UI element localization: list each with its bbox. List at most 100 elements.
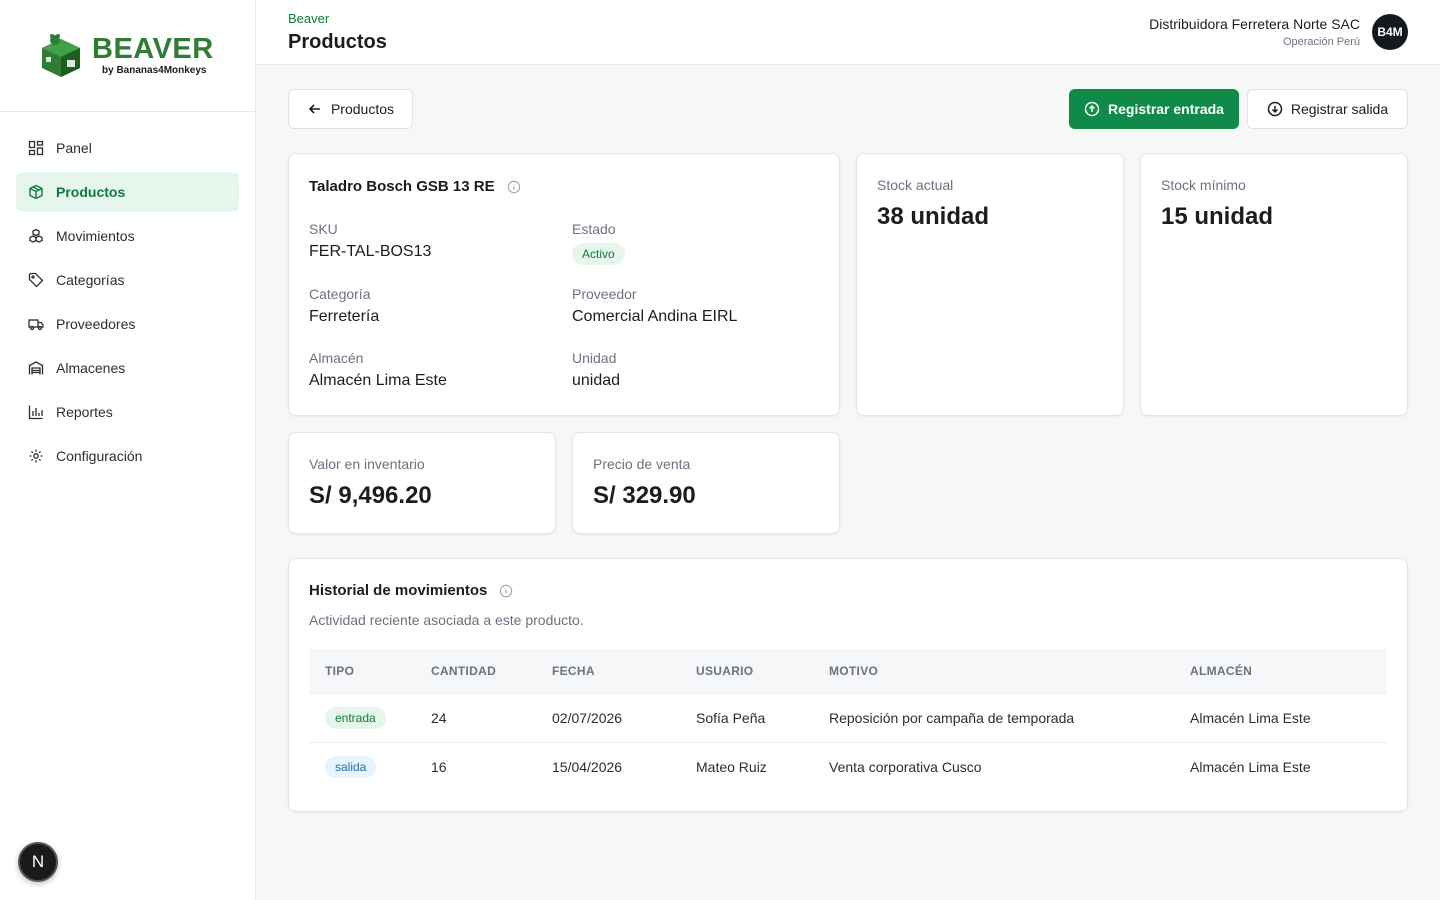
categoria-value: Ferretería — [309, 308, 380, 325]
movements-table: TIPO CANTIDAD FECHA USUARIO MOTIVO ALMAC… — [309, 649, 1387, 791]
sidebar-item-movimientos[interactable]: Movimientos — [16, 216, 239, 256]
product-detail-card: Taladro Bosch GSB 13 RE SKU FER-TAL-BOS1… — [288, 153, 840, 416]
product-name-heading: Taladro Bosch GSB 13 RE — [309, 178, 521, 195]
categoria-label: Categoría — [309, 286, 371, 302]
registrar-entrada-label: Registrar entrada — [1108, 101, 1224, 117]
precio-venta-value: S/ 329.90 — [593, 482, 696, 509]
cell-usuario: Mateo Ruiz — [696, 741, 829, 791]
sidebar-nav: Panel Productos Movimientos Categorías P… — [0, 112, 255, 496]
column-header-usuario: USUARIO — [696, 663, 754, 678]
sidebar-item-categorias[interactable]: Categorías — [16, 260, 239, 300]
stock-actual-card: Stock actual 38 unidad — [856, 153, 1124, 416]
sku-label: SKU — [309, 221, 338, 237]
cell-usuario: Sofía Peña — [696, 692, 829, 742]
cell-almacen: Almacén Lima Este — [1190, 741, 1387, 791]
gear-icon — [29, 449, 43, 463]
stock-minimo-value: 15 unidad — [1161, 203, 1274, 230]
avatar[interactable]: B4M — [1372, 14, 1408, 50]
circle-arrow-up-icon — [1084, 101, 1100, 117]
sidebar-item-label: Almacenes — [56, 360, 126, 376]
sidebar-item-label: Panel — [56, 140, 92, 156]
breadcrumb[interactable]: Beaver — [288, 11, 329, 26]
unidad-value: unidad — [572, 372, 621, 389]
registrar-entrada-button[interactable]: Registrar entrada — [1069, 89, 1239, 129]
organization-info: Distribuidora Ferretera Norte SAC Operac… — [1149, 16, 1360, 48]
stock-minimo-card: Stock mínimo 15 unidad — [1140, 153, 1408, 416]
org-subtitle: Operación Perú — [1282, 36, 1360, 48]
sku-field: SKU FER-TAL-BOS13 — [309, 221, 431, 261]
back-button-label: Productos — [330, 101, 395, 117]
box-icon — [29, 184, 43, 200]
column-header-tipo: TIPO — [325, 663, 355, 678]
column-header-almacen: ALMACÉN — [1190, 663, 1253, 678]
cell-fecha: 15/04/2026 — [552, 741, 696, 791]
sidebar-item-label: Reportes — [56, 404, 113, 420]
sidebar-item-reportes[interactable]: Reportes — [16, 392, 239, 432]
status-badge: Activo — [572, 243, 625, 265]
info-icon[interactable] — [507, 180, 521, 194]
almacen-value: Almacén Lima Este — [309, 372, 447, 389]
sidebar-item-label: Proveedores — [56, 316, 136, 332]
sidebar-item-label: Productos — [56, 184, 126, 200]
history-heading: Historial de movimientos — [309, 582, 513, 599]
registrar-salida-label: Registrar salida — [1290, 101, 1389, 117]
sku-value: FER-TAL-BOS13 — [309, 243, 432, 260]
brand-logo[interactable]: BEAVER by Bananas4Monkeys — [0, 0, 255, 112]
column-header-cantidad: CANTIDAD — [431, 663, 497, 678]
brand-sub: by Bananas4Monkeys — [102, 65, 207, 76]
circle-arrow-down-icon — [1267, 101, 1283, 117]
cell-cantidad: 16 — [431, 741, 552, 791]
movement-type-badge: salida — [325, 755, 377, 778]
sidebar-item-label: Configuración — [56, 448, 143, 464]
boxes-icon — [29, 228, 43, 243]
proveedor-value: Comercial Andina EIRL — [572, 308, 738, 325]
arrow-left-icon — [308, 104, 320, 114]
almacen-field: Almacén Almacén Lima Este — [309, 350, 447, 390]
table-row[interactable]: salida 16 15/04/2026 Mateo Ruiz Venta co… — [309, 741, 1387, 791]
info-icon[interactable] — [499, 584, 513, 598]
back-button[interactable]: Productos — [288, 89, 413, 129]
precio-venta-card: Precio de venta S/ 329.90 — [572, 432, 840, 534]
estado-label: Estado — [572, 221, 616, 237]
stock-actual-label: Stock actual — [877, 177, 954, 193]
sidebar-item-almacenes[interactable]: Almacenes — [16, 348, 239, 388]
unidad-field: Unidad unidad — [572, 350, 620, 390]
dev-tools-badge[interactable]: N — [18, 842, 58, 882]
cell-motivo: Reposición por campaña de temporada — [829, 692, 1190, 742]
cell-cantidad: 24 — [431, 692, 552, 742]
table-row[interactable]: entrada 24 02/07/2026 Sofía Peña Reposic… — [309, 692, 1387, 742]
sidebar-item-label: Movimientos — [56, 228, 135, 244]
movement-type-badge: entrada — [325, 706, 386, 729]
page-title: Productos — [288, 31, 387, 53]
tag-icon — [28, 272, 44, 288]
bar-chart-icon — [28, 405, 43, 420]
stock-actual-value: 38 unidad — [877, 203, 990, 230]
cell-fecha: 02/07/2026 — [552, 692, 696, 742]
history-title: Historial de movimientos — [309, 582, 488, 599]
proveedor-label: Proveedor — [572, 286, 637, 302]
history-subtitle: Actividad reciente asociada a este produ… — [309, 612, 584, 628]
stock-minimo-label: Stock mínimo — [1161, 177, 1246, 193]
unidad-label: Unidad — [572, 350, 617, 366]
sidebar-item-productos[interactable]: Productos — [16, 172, 239, 212]
table-header-row: TIPO CANTIDAD FECHA USUARIO MOTIVO ALMAC… — [309, 649, 1387, 693]
column-header-fecha: FECHA — [552, 663, 595, 678]
org-name: Distribuidora Ferretera Norte SAC — [1149, 16, 1360, 32]
beaver-logo-icon — [42, 33, 80, 77]
column-header-motivo: MOTIVO — [829, 663, 879, 678]
proveedor-field: Proveedor Comercial Andina EIRL — [572, 286, 737, 326]
sidebar-item-proveedores[interactable]: Proveedores — [16, 304, 239, 344]
precio-venta-label: Precio de venta — [593, 456, 691, 472]
estado-field: Estado Activo — [572, 221, 625, 265]
sidebar-item-configuracion[interactable]: Configuración — [16, 436, 239, 476]
cell-almacen: Almacén Lima Este — [1190, 692, 1387, 742]
categoria-field: Categoría Ferretería — [309, 286, 379, 326]
sidebar: BEAVER by Bananas4Monkeys Panel Producto… — [0, 0, 256, 900]
valor-inventario-card: Valor en inventario S/ 9,496.20 — [288, 432, 556, 534]
registrar-salida-button[interactable]: Registrar salida — [1247, 89, 1408, 129]
movement-history-card: Historial de movimientos Actividad recie… — [288, 558, 1408, 812]
valor-inventario-label: Valor en inventario — [309, 456, 425, 472]
valor-inventario-value: S/ 9,496.20 — [309, 482, 432, 509]
sidebar-item-panel[interactable]: Panel — [16, 128, 239, 168]
grid-icon — [28, 140, 44, 156]
